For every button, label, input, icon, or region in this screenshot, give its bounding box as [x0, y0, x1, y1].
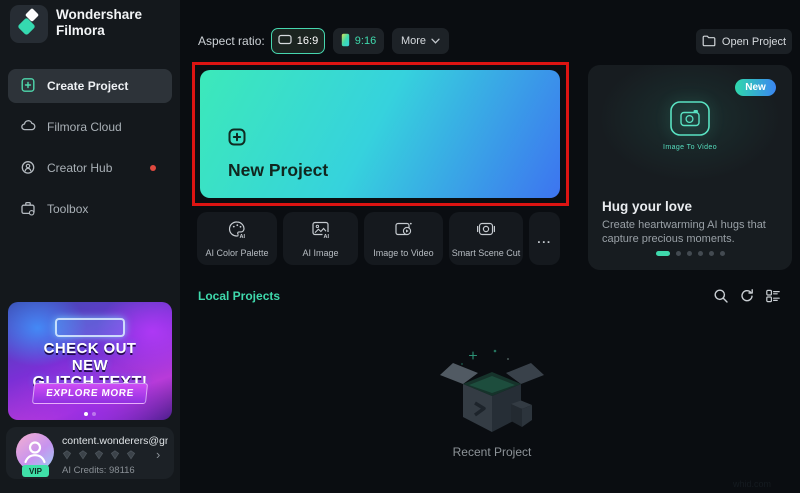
notification-dot — [150, 165, 156, 171]
carousel-dot[interactable] — [655, 251, 670, 256]
sidebar-item-label: Creator Hub — [47, 161, 113, 175]
feature-label: AI Color Palette — [205, 248, 269, 258]
new-badge: New — [735, 79, 776, 96]
plus-icon — [228, 128, 246, 151]
ai-credits: AI Credits: 98116 — [62, 465, 135, 476]
brand-name: Wondershare Filmora — [56, 7, 142, 39]
svg-text:AI: AI — [240, 234, 246, 239]
file-plus-icon — [20, 77, 36, 96]
gem-icon — [110, 450, 120, 460]
list-view-icon[interactable] — [764, 287, 782, 305]
empty-box-illustration — [437, 346, 547, 445]
promo-title: Hug your love — [602, 199, 693, 214]
carousel-dots — [588, 251, 792, 256]
brand-line2: Filmora — [56, 23, 105, 38]
ratio-label: 16:9 — [296, 35, 319, 47]
promo-icon-caption: Image To Video — [663, 144, 717, 151]
vip-badge: VIP — [22, 465, 49, 477]
sidebar-item-filmora-cloud[interactable]: Filmora Cloud — [8, 110, 172, 144]
carousel-dot[interactable] — [708, 251, 714, 256]
ai-image-icon: AI — [283, 220, 358, 239]
open-project-button[interactable]: Open Project — [696, 29, 792, 54]
carousel-dot[interactable] — [92, 412, 96, 416]
ratio-button-16-9[interactable]: 16:9 — [271, 28, 325, 54]
ai-credits-label: AI Credits: — [62, 465, 107, 476]
gem-icon — [62, 450, 72, 460]
scene-cut-icon — [449, 220, 523, 239]
filmora-logo-icon — [10, 5, 48, 43]
credit-gems-row — [62, 450, 136, 460]
banner-artwork-glasses — [55, 318, 125, 337]
new-project-label: New Project — [228, 160, 329, 180]
recent-project-caption: Recent Project — [452, 445, 532, 459]
cloud-icon — [20, 118, 36, 137]
more-ratios-button[interactable]: More — [392, 28, 449, 54]
banner-line1: CHECK OUT — [43, 340, 137, 357]
sidebar-item-label: Filmora Cloud — [47, 120, 122, 134]
monitor-icon — [278, 34, 292, 48]
more-features-button[interactable]: ... — [529, 212, 560, 265]
chevron-right-icon[interactable]: › — [156, 447, 160, 462]
feature-button-ai-image[interactable]: AI AI Image — [283, 212, 358, 265]
search-icon[interactable] — [712, 287, 730, 305]
palette-icon: AI — [197, 220, 277, 239]
ratio-label: 9:16 — [354, 35, 377, 47]
ratio-button-9-16[interactable]: 9:16 — [333, 28, 384, 54]
gem-icon — [94, 450, 104, 460]
ai-credits-value: 98116 — [109, 465, 135, 476]
account-card[interactable]: VIP content.wonderers@gmail... › AI Cred… — [6, 427, 174, 479]
refresh-icon[interactable] — [738, 287, 756, 305]
creator-icon — [20, 159, 36, 178]
local-projects-title: Local Projects — [198, 289, 281, 303]
open-project-label: Open Project — [721, 35, 787, 48]
image-to-video-small-icon — [364, 220, 443, 239]
brand-line1: Wondershare — [56, 7, 143, 22]
watermark: whid.com — [733, 479, 772, 489]
chevron-down-icon — [431, 35, 440, 47]
carousel-dot[interactable] — [686, 251, 692, 256]
glitch-text-promo-banner[interactable]: CHECK OUT NEW GLITCH TEXT! EXPLORE MORE — [8, 302, 172, 420]
carousel-dot[interactable] — [84, 412, 88, 416]
svg-text:AI: AI — [323, 234, 329, 239]
toolbox-icon — [20, 200, 36, 219]
new-project-card[interactable]: New Project — [200, 70, 560, 198]
promo-description: Create heartwarming AI hugs that capture… — [602, 219, 766, 244]
feature-carousel-panel[interactable]: New Image To Video Hug your love Create … — [588, 65, 792, 270]
banner-dots — [82, 412, 98, 416]
banner-line2: NEW — [71, 357, 109, 374]
filmora-home-screen: Wondershare Filmora Create Project Filmo… — [0, 0, 800, 493]
image-to-video-icon — [667, 99, 713, 144]
feature-label: AI Image — [302, 248, 339, 258]
feature-button-ai-color-palette[interactable]: AI AI Color Palette — [197, 212, 277, 265]
explore-more-button[interactable]: EXPLORE MORE — [31, 383, 149, 404]
phone-icon — [341, 33, 350, 50]
account-email: content.wonderers@gmail... — [62, 435, 168, 447]
sidebar-item-creator-hub[interactable]: Creator Hub — [8, 151, 172, 185]
carousel-dot[interactable] — [697, 251, 703, 256]
gem-icon — [78, 450, 88, 460]
sidebar: Wondershare Filmora Create Project Filmo… — [0, 0, 180, 493]
aspect-ratio-label: Aspect ratio: — [198, 34, 265, 48]
sidebar-item-label: Create Project — [47, 79, 129, 93]
feature-button-smart-scene-cut[interactable]: Smart Scene Cut — [449, 212, 523, 265]
more-label: More — [400, 35, 427, 47]
feature-label: Image to Video — [373, 248, 434, 258]
feature-button-image-to-video[interactable]: Image to Video — [364, 212, 443, 265]
sidebar-item-toolbox[interactable]: Toolbox — [8, 192, 172, 226]
carousel-dot[interactable] — [675, 251, 681, 256]
carousel-dot[interactable] — [719, 251, 725, 256]
sidebar-item-label: Toolbox — [47, 202, 89, 216]
folder-icon — [702, 34, 716, 50]
sidebar-item-create-project[interactable]: Create Project — [8, 69, 172, 103]
gem-icon — [126, 450, 136, 460]
feature-label: Smart Scene Cut — [451, 248, 521, 258]
